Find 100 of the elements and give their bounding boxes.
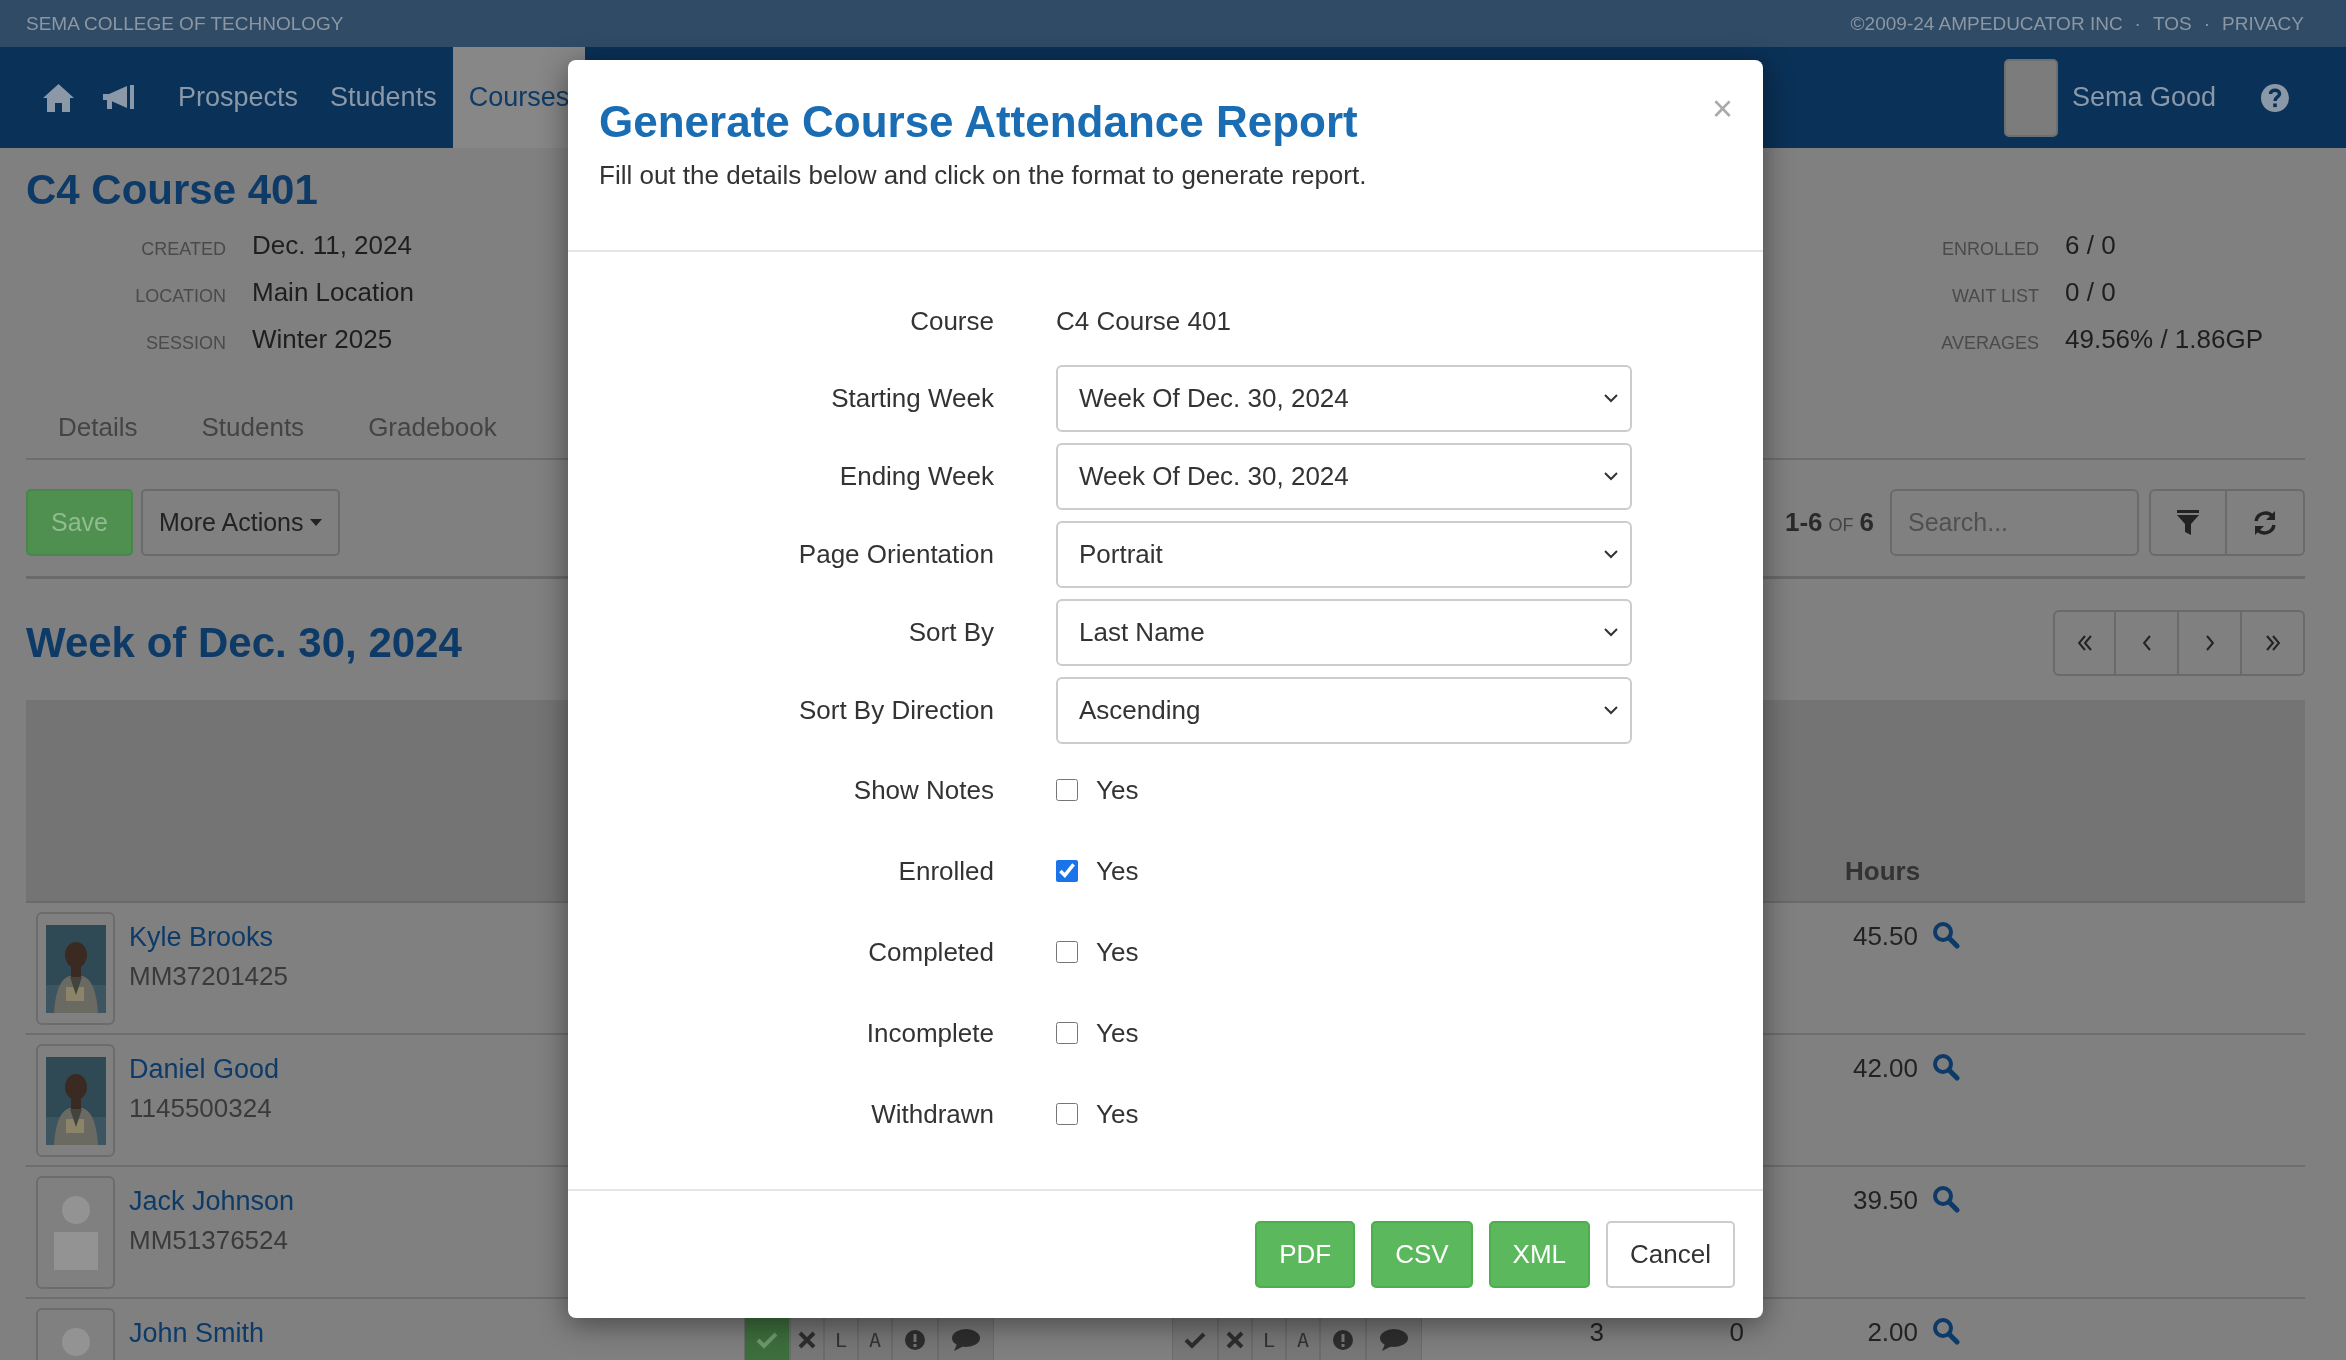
cross-icon — [1226, 1331, 1244, 1349]
more-actions-button[interactable]: More Actions — [141, 489, 340, 556]
field-label: Course — [909, 304, 994, 338]
letter-toggle[interactable]: A — [1286, 1315, 1320, 1360]
table-cell: 0 — [1729, 1317, 1744, 1347]
field-label: Completed — [867, 935, 994, 969]
user-name[interactable]: Sema Good — [2071, 82, 2216, 113]
check-toggle[interactable] — [744, 1315, 790, 1360]
comment-toggle[interactable] — [938, 1315, 994, 1360]
search-icon[interactable] — [1932, 1053, 1960, 1081]
dropdown[interactable]: Week Of Dec. 30, 2024 — [1056, 443, 1632, 510]
separator-dot: · — [2203, 12, 2210, 35]
chevron-icon — [1604, 628, 1618, 637]
tab[interactable]: Details — [26, 411, 170, 443]
field-label: Sort By — [907, 616, 994, 649]
info-value: Winter 2025 — [252, 323, 394, 356]
info-value: Dec. 11, 2024 — [252, 229, 413, 262]
copyright-text: ©2009-24 AMPEDUCATOR INC — [1850, 12, 2123, 35]
school-name: SEMA COLLEGE OF TECHNOLOGY — [26, 12, 344, 35]
filter-button[interactable] — [2149, 489, 2227, 556]
megaphone-icon[interactable] — [101, 83, 136, 112]
comment-toggle[interactable] — [1366, 1315, 1422, 1360]
speech-bubble-icon — [1379, 1328, 1409, 1352]
student-name-link[interactable]: Jack Johnson — [129, 1186, 295, 1217]
alert-toggle[interactable] — [1320, 1315, 1366, 1360]
chevron-icon — [1604, 706, 1618, 715]
dropdown[interactable]: Portrait — [1056, 521, 1632, 588]
cross-toggle[interactable] — [1218, 1315, 1252, 1360]
alert-toggle[interactable] — [892, 1315, 938, 1360]
count-total: 6 — [1859, 507, 1874, 538]
checkbox[interactable] — [1056, 1022, 1078, 1044]
format-button[interactable]: CSV — [1371, 1221, 1473, 1288]
field-value: C4 Course 401 — [1056, 305, 1231, 337]
dropdown[interactable]: Ascending — [1056, 677, 1632, 744]
nav-link[interactable]: Prospects — [162, 47, 315, 148]
checkbox[interactable] — [1056, 860, 1078, 882]
checkbox-label: Yes — [1096, 1017, 1139, 1049]
chevron-icon — [2205, 634, 2214, 651]
student-name-link[interactable]: John Smith — [129, 1318, 265, 1349]
field-label: Starting Week — [830, 382, 994, 415]
info-value: 6 / 0 — [2065, 229, 2117, 262]
checkbox-label: Yes — [1096, 774, 1139, 806]
dropdown[interactable]: Week Of Dec. 30, 2024 — [1056, 365, 1632, 432]
letter-toggle[interactable]: L — [824, 1315, 858, 1360]
help-icon[interactable] — [2260, 82, 2290, 113]
dropdown[interactable]: Last Name — [1056, 599, 1632, 666]
student-name-link[interactable]: Kyle Brooks — [129, 922, 288, 953]
student-name-link[interactable]: Daniel Good — [129, 1054, 280, 1085]
student-id: MM51376524 — [129, 1225, 289, 1256]
chevron-icon — [2142, 634, 2151, 651]
checkbox[interactable] — [1056, 1103, 1078, 1125]
search-icon[interactable] — [1932, 1317, 1960, 1345]
field-label: Ending Week — [838, 460, 994, 493]
speech-bubble-icon — [951, 1328, 981, 1352]
info-value: 0 / 0 — [2065, 276, 2117, 309]
nav-link[interactable]: Students — [314, 47, 453, 148]
save-button[interactable]: Save — [26, 489, 133, 556]
field-label: Enrolled — [897, 854, 994, 888]
tab[interactable]: Students — [169, 411, 337, 443]
search-icon[interactable] — [1932, 1185, 1960, 1213]
search-icon[interactable] — [1932, 921, 1960, 949]
checkbox-label: Yes — [1096, 855, 1139, 887]
table-cell: 3 — [1589, 1317, 1604, 1347]
info-value: 49.56% / 1.86GP — [2065, 323, 2265, 356]
separator-dot: · — [2134, 12, 2141, 35]
hours-cell: 39.50 — [1852, 1185, 1918, 1215]
format-button[interactable]: PDF — [1255, 1221, 1356, 1288]
info-value: Main Location — [252, 276, 414, 309]
field-label: Page Orientation — [797, 538, 994, 571]
close-button[interactable]: × — [1711, 88, 1733, 130]
check-toggle[interactable] — [1172, 1315, 1218, 1360]
format-button[interactable]: XML — [1488, 1221, 1591, 1288]
checkbox[interactable] — [1056, 941, 1078, 963]
dialog-subtitle: Fill out the details below and click on the format to generate report. — [599, 160, 1367, 191]
caret-icon — [309, 518, 322, 527]
field-label: Incomplete — [865, 1016, 994, 1050]
exclamation-icon — [1332, 1329, 1354, 1351]
field-label: Show Notes — [852, 773, 994, 807]
refresh-icon — [2252, 509, 2278, 536]
refresh-button[interactable] — [2227, 489, 2305, 556]
student-id: MM37201425 — [129, 961, 288, 992]
home-icon[interactable] — [42, 82, 75, 113]
week-heading: Week of Dec. 30, 2024 — [26, 618, 462, 667]
footer-link[interactable]: TOS — [2152, 12, 2192, 35]
cancel-button[interactable]: Cancel — [1606, 1221, 1735, 1288]
chevron-icon — [1604, 394, 1618, 403]
cross-toggle[interactable] — [790, 1315, 824, 1360]
course-title: C4 Course 401 — [26, 165, 318, 215]
checkbox-label: Yes — [1096, 1098, 1139, 1130]
tab[interactable]: Gradebook — [336, 411, 529, 443]
footer-link[interactable]: PRIVACY — [2222, 12, 2304, 35]
letter-toggle[interactable]: A — [858, 1315, 892, 1360]
cross-icon — [798, 1331, 816, 1349]
student-id: 1145500324 — [129, 1093, 273, 1124]
hours-cell: 2.00 — [1867, 1317, 1918, 1347]
user-avatar[interactable] — [2003, 58, 2058, 137]
double-chevron-icon — [2077, 634, 2092, 651]
checkbox[interactable] — [1056, 779, 1078, 801]
count-range: 1-6 — [1784, 507, 1823, 538]
letter-toggle[interactable]: L — [1252, 1315, 1286, 1360]
